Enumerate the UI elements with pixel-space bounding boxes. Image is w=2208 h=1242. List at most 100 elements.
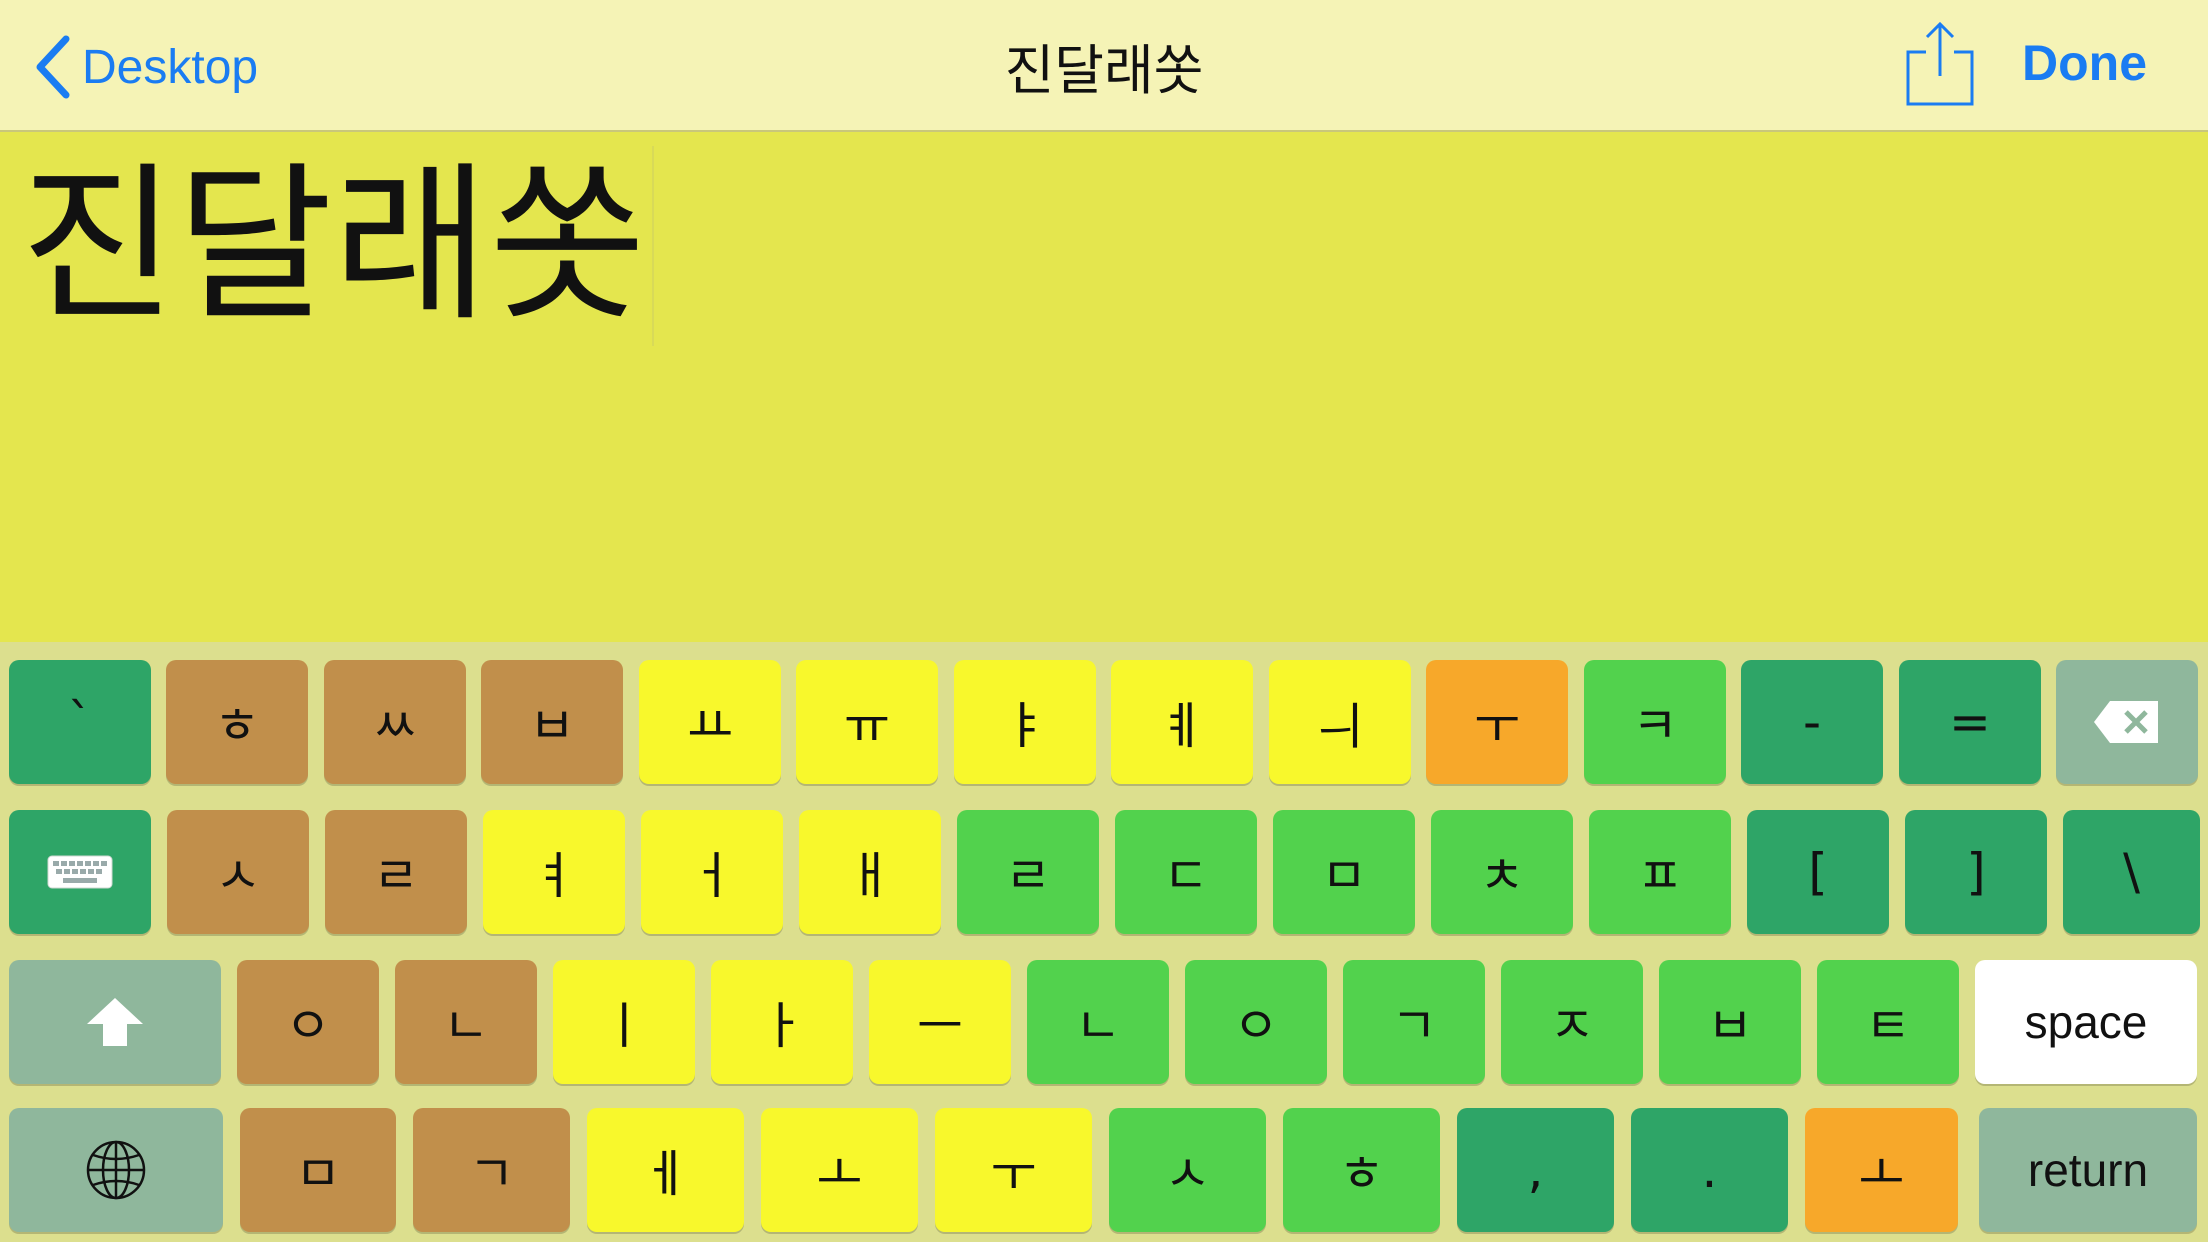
key-label: ㅏ — [759, 997, 805, 1055]
key-label: ㄱ — [468, 1145, 515, 1203]
done-button[interactable]: Done — [2022, 34, 2147, 92]
key-label: ` — [67, 693, 93, 751]
key-rieul[interactable]: ㄹ — [325, 810, 467, 934]
key-label: ㅗ — [1858, 1145, 1905, 1203]
return-key[interactable]: return — [1979, 1108, 2197, 1232]
keyboard: ` ㅎ ㅆ ㅂ ㅛ ㅠ ㅑ ㅖ ㅢ ㅜ ㅋ - = ㅅ ㄹ ㅕ ㅓ ㅐ ㄹ ㄷ … — [0, 642, 2208, 1242]
share-icon — [1906, 21, 1974, 106]
key-chieut[interactable]: ㅊ — [1431, 810, 1573, 934]
delete-icon — [2094, 701, 2158, 743]
share-button[interactable] — [1900, 20, 1980, 108]
key-label: ㄱ — [1391, 997, 1437, 1055]
key-eu[interactable]: ㅡ — [869, 960, 1011, 1084]
globe-icon — [86, 1140, 146, 1200]
key-mieum[interactable]: ㅁ — [1273, 810, 1415, 934]
key-hieut[interactable]: ㅎ — [166, 660, 308, 784]
key-backtick[interactable]: ` — [9, 660, 151, 784]
key-ui[interactable]: ㅢ — [1269, 660, 1411, 784]
key-i[interactable]: ㅣ — [553, 960, 695, 1084]
key-ae[interactable]: ㅐ — [799, 810, 941, 934]
key-period[interactable]: . — [1631, 1108, 1788, 1232]
key-label: ㄹ — [373, 847, 419, 905]
key-label: ㅑ — [1002, 697, 1048, 755]
key-label: ㅜ — [1474, 697, 1520, 755]
key-ieung[interactable]: ㅇ — [237, 960, 379, 1084]
keyboard-switch-key[interactable] — [9, 810, 151, 934]
key-label: ㅢ — [1317, 697, 1363, 755]
back-button[interactable]: Desktop — [32, 32, 258, 102]
key-label: ㅌ — [1865, 997, 1911, 1055]
text-editor[interactable]: 진달래쏫 — [0, 132, 2208, 642]
key-label: ㅂ — [1707, 997, 1753, 1055]
key-right-bracket[interactable]: ] — [1905, 810, 2047, 934]
key-label: \ — [2123, 843, 2140, 901]
key-hieut-2[interactable]: ㅎ — [1283, 1108, 1440, 1232]
key-u[interactable]: ㅜ — [1426, 660, 1568, 784]
key-label: space — [2024, 996, 2148, 1048]
key-e[interactable]: ㅔ — [587, 1108, 744, 1232]
key-giyeok-2[interactable]: ㄱ — [413, 1108, 570, 1232]
key-label: ㅡ — [917, 997, 963, 1055]
key-a[interactable]: ㅏ — [711, 960, 853, 1084]
key-pieup[interactable]: ㅍ — [1589, 810, 1731, 934]
key-yo[interactable]: ㅛ — [639, 660, 781, 784]
key-yu[interactable]: ㅠ — [796, 660, 938, 784]
key-label: ㅎ — [214, 697, 260, 755]
key-u-2[interactable]: ㅜ — [935, 1108, 1092, 1232]
key-mieum-2[interactable]: ㅁ — [240, 1108, 396, 1232]
delete-key[interactable] — [2056, 660, 2198, 784]
key-ye[interactable]: ㅖ — [1111, 660, 1253, 784]
key-rieul-2[interactable]: ㄹ — [957, 810, 1099, 934]
key-ieung-2[interactable]: ㅇ — [1185, 960, 1327, 1084]
key-label: ㅐ — [847, 847, 893, 905]
key-ya[interactable]: ㅑ — [954, 660, 1096, 784]
key-label: ㅕ — [531, 847, 577, 905]
key-label: , — [1527, 1141, 1544, 1199]
key-nieun-2[interactable]: ㄴ — [1027, 960, 1169, 1084]
key-backslash[interactable]: \ — [2063, 810, 2200, 934]
key-label: ㅇ — [1233, 997, 1279, 1055]
back-label: Desktop — [82, 40, 259, 94]
key-bieup[interactable]: ㅂ — [481, 660, 623, 784]
key-label: ㅆ — [372, 697, 418, 755]
key-o-2[interactable]: ㅗ — [1805, 1108, 1958, 1232]
editor-content[interactable]: 진달래쏫 — [20, 146, 654, 346]
key-label: ㅅ — [215, 847, 261, 905]
key-siot[interactable]: ㅅ — [167, 810, 309, 934]
key-label: ㅛ — [687, 697, 733, 755]
key-ssangsiot[interactable]: ㅆ — [324, 660, 466, 784]
key-label: ㅍ — [1637, 847, 1683, 905]
key-label: ㅜ — [990, 1145, 1037, 1203]
key-kieuk[interactable]: ㅋ — [1584, 660, 1726, 784]
key-minus[interactable]: - — [1741, 660, 1883, 784]
globe-key[interactable] — [9, 1108, 223, 1232]
key-label: ㅔ — [642, 1145, 689, 1203]
key-label: ㅋ — [1632, 697, 1678, 755]
key-giyeok[interactable]: ㄱ — [1343, 960, 1485, 1084]
key-eo[interactable]: ㅓ — [641, 810, 783, 934]
key-yeo[interactable]: ㅕ — [483, 810, 625, 934]
key-siot-2[interactable]: ㅅ — [1109, 1108, 1266, 1232]
key-label: ㅖ — [1159, 697, 1205, 755]
key-left-bracket[interactable]: [ — [1747, 810, 1889, 934]
key-label: return — [2027, 1144, 2149, 1196]
key-label: ㄴ — [443, 997, 489, 1055]
key-tieut[interactable]: ㅌ — [1817, 960, 1959, 1084]
document-title: 진달래쏫 — [1004, 39, 1204, 102]
key-o[interactable]: ㅗ — [761, 1108, 918, 1232]
key-equals[interactable]: = — [1899, 660, 2041, 784]
shift-key[interactable] — [9, 960, 221, 1084]
key-label: ㄴ — [1075, 997, 1121, 1055]
key-label: ㄹ — [1005, 847, 1051, 905]
key-label: = — [1949, 693, 1991, 751]
space-key[interactable]: space — [1975, 960, 2197, 1084]
key-label: . — [1701, 1141, 1718, 1199]
key-digeut[interactable]: ㄷ — [1115, 810, 1257, 934]
chevron-left-icon — [36, 35, 70, 99]
key-nieun[interactable]: ㄴ — [395, 960, 537, 1084]
key-bieup-2[interactable]: ㅂ — [1659, 960, 1801, 1084]
key-label: ㅗ — [816, 1145, 863, 1203]
key-label: ㅁ — [295, 1145, 341, 1203]
key-comma[interactable]: , — [1457, 1108, 1614, 1232]
key-jieut[interactable]: ㅈ — [1501, 960, 1643, 1084]
